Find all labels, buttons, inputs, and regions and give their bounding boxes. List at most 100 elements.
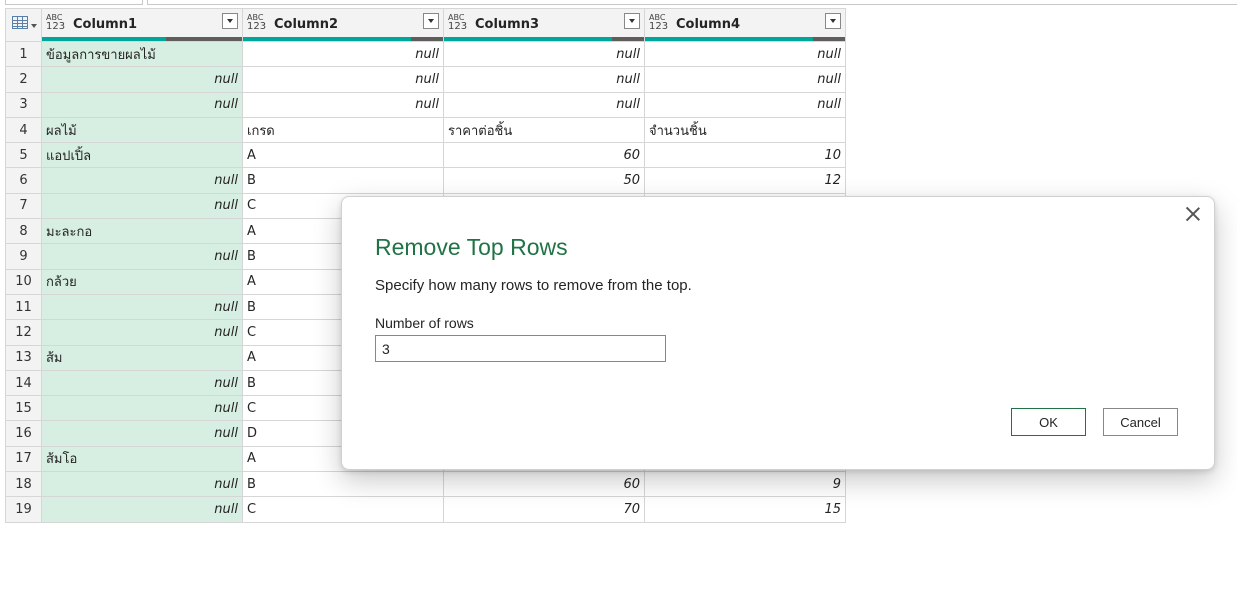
table-cell[interactable]: null <box>443 40 645 68</box>
cell-value: 50 <box>623 173 640 189</box>
cancel-button[interactable]: Cancel <box>1103 408 1178 436</box>
row-number[interactable]: 16 <box>5 420 42 447</box>
row-number[interactable]: 8 <box>5 218 42 245</box>
table-cell[interactable]: ข้อมูลการขายผลไม้ <box>41 40 243 68</box>
row-number[interactable]: 5 <box>5 142 42 169</box>
table-cell[interactable]: C <box>242 496 444 523</box>
filter-dropdown-icon[interactable] <box>624 13 640 29</box>
close-icon[interactable] <box>1184 205 1202 223</box>
type-any-icon[interactable]: ABC 123 <box>448 13 467 32</box>
table-cell[interactable]: ผลไม้ <box>41 116 243 144</box>
row-number[interactable]: 12 <box>5 319 42 346</box>
filter-dropdown-icon[interactable] <box>222 13 238 29</box>
table-cell[interactable]: 50 <box>443 167 645 194</box>
table-cell[interactable]: null <box>41 319 243 346</box>
cell-value: 9 <box>832 476 841 492</box>
row-number[interactable]: 13 <box>5 344 42 371</box>
table-cell[interactable]: 12 <box>644 167 846 194</box>
table-cell[interactable]: null <box>644 66 846 93</box>
table-cell[interactable]: ส้มโอ <box>41 445 243 473</box>
table-cell[interactable]: 10 <box>644 142 846 169</box>
filter-dropdown-icon[interactable] <box>825 13 841 29</box>
column-header[interactable]: ABC 123 Column4 <box>644 8 846 42</box>
table-cell[interactable]: null <box>644 91 846 118</box>
table-cell[interactable]: null <box>41 66 243 93</box>
table-cell[interactable]: จำนวนชิ้น <box>644 116 846 144</box>
table-cell[interactable]: กล้วย <box>41 268 243 295</box>
table-cell[interactable]: B <box>242 167 444 194</box>
row-number[interactable]: 18 <box>5 471 42 498</box>
row-number[interactable]: 6 <box>5 167 42 194</box>
cell-value: กล้วย <box>46 275 77 291</box>
table-cell[interactable]: มะละกอ <box>41 218 243 245</box>
table-cell[interactable]: ราคาต่อชิ้น <box>443 116 645 144</box>
table-cell[interactable]: null <box>443 91 645 118</box>
row-number[interactable]: 1 <box>5 40 42 68</box>
table-cell[interactable]: null <box>41 243 243 270</box>
table-cell[interactable]: A <box>242 142 444 169</box>
column-header[interactable]: ABC 123 Column2 <box>242 8 444 42</box>
cell-value: B <box>247 173 256 189</box>
table-cell[interactable]: ส้ม <box>41 344 243 371</box>
column-header[interactable]: ABC 123 Column1 <box>41 8 243 42</box>
row-number[interactable]: 10 <box>5 268 42 295</box>
table-row[interactable]: 4 ผลไม้ เกรด ราคาต่อชิ้น จำนวนชิ้น <box>5 116 846 144</box>
type-any-icon[interactable]: ABC 123 <box>247 13 266 32</box>
table-cell[interactable]: null <box>443 66 645 93</box>
table-cell[interactable]: 9 <box>644 471 846 498</box>
table-cell[interactable]: null <box>41 91 243 118</box>
type-any-icon[interactable]: ABC 123 <box>649 13 668 32</box>
row-number[interactable]: 9 <box>5 243 42 270</box>
row-number[interactable]: 2 <box>5 66 42 93</box>
table-row[interactable]: 3 null null null null <box>5 91 846 118</box>
cell-value: null <box>616 46 640 62</box>
quality-fill <box>444 37 612 41</box>
formula-bar[interactable] <box>147 0 1237 5</box>
table-cell[interactable]: null <box>41 167 243 194</box>
row-number[interactable]: 3 <box>5 91 42 118</box>
table-cell[interactable]: 15 <box>644 496 846 523</box>
table-cell[interactable]: null <box>41 293 243 321</box>
table-menu-button[interactable] <box>5 8 42 42</box>
row-number[interactable]: 11 <box>5 293 42 321</box>
cell-value: null <box>214 501 238 517</box>
table-cell[interactable]: B <box>242 471 444 498</box>
column-header[interactable]: ABC 123 Column3 <box>443 8 645 42</box>
table-row[interactable]: 2 null null null null <box>5 66 846 93</box>
number-of-rows-input[interactable] <box>375 335 666 362</box>
row-number[interactable]: 4 <box>5 116 42 144</box>
number-of-rows-label: Number of rows <box>375 315 474 331</box>
table-cell[interactable]: null <box>242 91 444 118</box>
row-number[interactable]: 19 <box>5 496 42 523</box>
table-row[interactable]: 5 แอปเปิ้ล A 60 10 <box>5 142 846 169</box>
ok-button[interactable]: OK <box>1011 408 1086 436</box>
row-number[interactable]: 15 <box>5 395 42 422</box>
table-row[interactable]: 1 ข้อมูลการขายผลไม้ null null null <box>5 40 846 68</box>
table-row[interactable]: 6 null B 50 12 <box>5 167 846 194</box>
dialog-title: Remove Top Rows <box>375 234 568 260</box>
column-quality-bar <box>645 37 845 41</box>
table-row[interactable]: 19 null C 70 15 <box>5 496 846 523</box>
filter-dropdown-icon[interactable] <box>423 13 439 29</box>
row-number[interactable]: 14 <box>5 369 42 397</box>
table-cell[interactable]: null <box>41 471 243 498</box>
table-row[interactable]: 18 null B 60 9 <box>5 471 846 498</box>
table-cell[interactable]: 60 <box>443 471 645 498</box>
column-name: Column2 <box>274 17 339 32</box>
table-cell[interactable]: null <box>644 40 846 68</box>
table-cell[interactable]: null <box>242 66 444 93</box>
table-cell[interactable]: null <box>41 192 243 220</box>
table-cell[interactable]: 60 <box>443 142 645 169</box>
table-cell[interactable]: null <box>41 496 243 523</box>
row-number[interactable]: 7 <box>5 192 42 220</box>
table-cell[interactable]: null <box>41 369 243 397</box>
name-box[interactable] <box>5 0 143 5</box>
type-any-icon[interactable]: ABC 123 <box>46 13 65 32</box>
table-cell[interactable]: null <box>41 420 243 447</box>
table-cell[interactable]: แอปเปิ้ล <box>41 142 243 169</box>
table-cell[interactable]: เกรด <box>242 116 444 144</box>
table-cell[interactable]: null <box>242 40 444 68</box>
table-cell[interactable]: null <box>41 395 243 422</box>
table-cell[interactable]: 70 <box>443 496 645 523</box>
row-number[interactable]: 17 <box>5 445 42 473</box>
